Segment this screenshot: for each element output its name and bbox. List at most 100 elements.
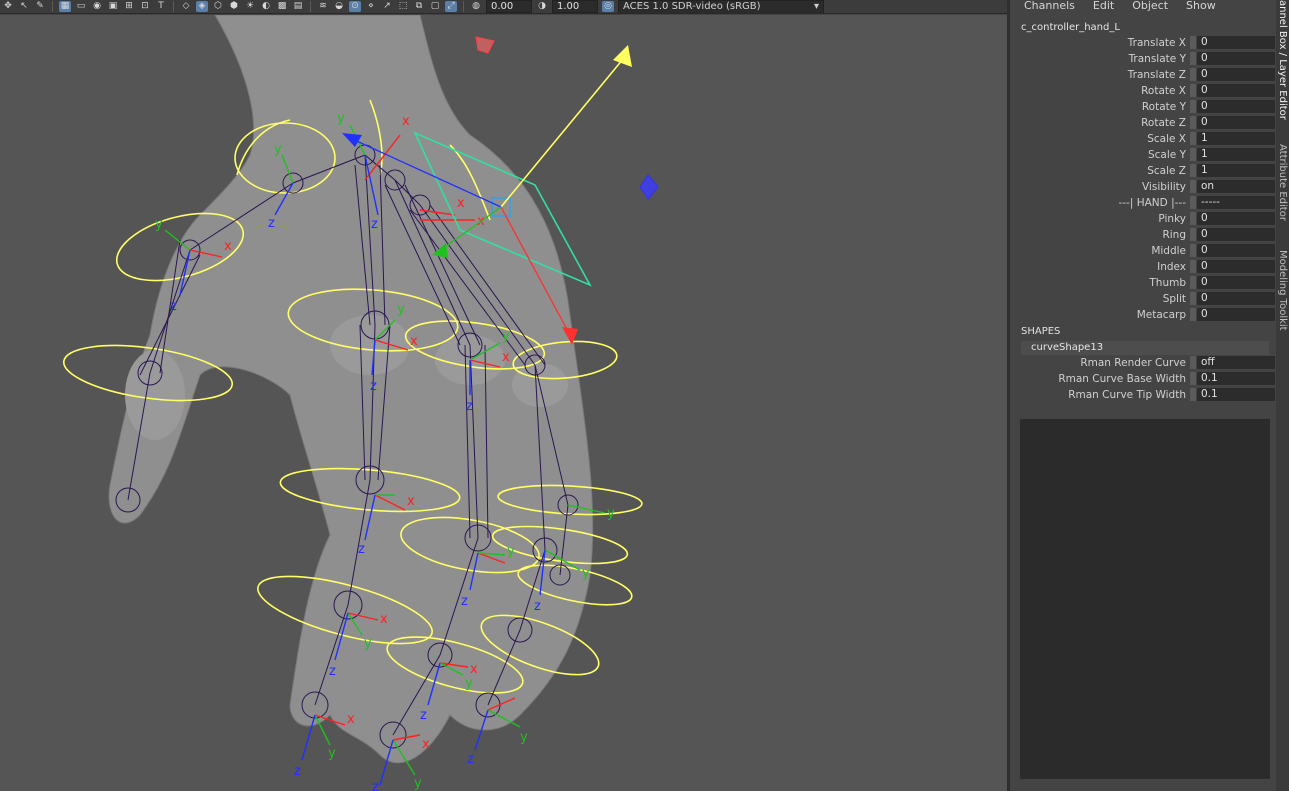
field-chart-icon[interactable]: ⊞ xyxy=(123,1,135,12)
menu-edit[interactable]: Edit xyxy=(1093,0,1114,14)
attr-value-field[interactable]: 0 xyxy=(1197,308,1275,321)
attr-value-field[interactable]: 0.1 xyxy=(1197,388,1275,401)
color-management-icon[interactable]: ◎ xyxy=(602,1,614,12)
cube-icon[interactable]: ⬡ xyxy=(212,1,224,12)
attr-label[interactable]: Thumb xyxy=(1010,277,1190,289)
attr-label[interactable]: Scale Z xyxy=(1010,165,1190,177)
attr-value-field[interactable]: 0 xyxy=(1197,276,1275,289)
attr-value-field[interactable]: 1 xyxy=(1197,132,1275,145)
layer-editor-area[interactable] xyxy=(1020,419,1270,779)
gamma-field[interactable]: 1.00 xyxy=(552,0,598,13)
menu-show[interactable]: Show xyxy=(1186,0,1216,14)
attr-translate-x[interactable]: Translate X 0 xyxy=(1010,35,1276,50)
attr-label[interactable]: ---| HAND |--- xyxy=(1010,197,1190,209)
attr-label[interactable]: Rotate Y xyxy=(1010,101,1190,113)
attr-metacarp[interactable]: Metacarp 0 xyxy=(1010,307,1276,322)
attr-value-field[interactable]: 0 xyxy=(1197,292,1275,305)
attr-value-field[interactable]: on xyxy=(1197,180,1275,193)
attr-value-field[interactable]: 0 xyxy=(1197,260,1275,273)
attr-rotate-x[interactable]: Rotate X 0 xyxy=(1010,83,1276,98)
ao-icon[interactable]: ▩ xyxy=(276,1,288,12)
xray-icon[interactable]: ⊙ xyxy=(349,1,361,12)
attr-scale-z[interactable]: Scale Z 1 xyxy=(1010,163,1276,178)
attr-label[interactable]: Rman Curve Base Width xyxy=(1010,373,1190,385)
attr-thumb[interactable]: Thumb 0 xyxy=(1010,275,1276,290)
text-icon[interactable]: T xyxy=(155,1,167,12)
scene-canvas[interactable]: x x x x x x x x x x x y y y y y y y y y xyxy=(0,15,1007,791)
attr-rman-curve-base-width[interactable]: Rman Curve Base Width 0.1 xyxy=(1010,371,1276,386)
attr-value-field[interactable]: 0 xyxy=(1197,52,1275,65)
attr-label[interactable]: Translate Y xyxy=(1010,53,1190,65)
tool-settings-icon[interactable]: ⤢ xyxy=(445,1,457,12)
xray-joints-icon[interactable]: ⋄ xyxy=(365,1,377,12)
move-icon[interactable]: ✥ xyxy=(2,1,14,12)
attr-label[interactable]: Translate Z xyxy=(1010,69,1190,81)
lights-icon[interactable]: ☀ xyxy=(244,1,256,12)
attr-label[interactable]: Scale X xyxy=(1010,133,1190,145)
menu-channels[interactable]: Channels xyxy=(1024,0,1075,14)
snap-icon[interactable]: ⬚ xyxy=(397,1,409,12)
motion-blur-icon[interactable]: ▤ xyxy=(292,1,304,12)
attr-label[interactable]: Index xyxy=(1010,261,1190,273)
attr-pinky[interactable]: Pinky 0 xyxy=(1010,211,1276,226)
attr-value-field[interactable]: 0 xyxy=(1197,116,1275,129)
attr-rotate-z[interactable]: Rotate Z 0 xyxy=(1010,115,1276,130)
camera-icon[interactable]: ◉ xyxy=(91,1,103,12)
shadows-icon[interactable]: ◐ xyxy=(260,1,272,12)
backface-icon[interactable]: ↗ xyxy=(381,1,393,12)
attr-label[interactable]: Scale Y xyxy=(1010,149,1190,161)
attr-value-field[interactable]: 0 xyxy=(1197,36,1275,49)
attr-label[interactable]: Rotate X xyxy=(1010,85,1190,97)
attr-value-field[interactable]: 0 xyxy=(1197,100,1275,113)
node-name[interactable]: c_controller_hand_L xyxy=(1021,22,1120,33)
attr-scale-y[interactable]: Scale Y 1 xyxy=(1010,147,1276,162)
attr-label[interactable]: Split xyxy=(1010,293,1190,305)
menu-object[interactable]: Object xyxy=(1132,0,1168,14)
attr-translate-z[interactable]: Translate Z 0 xyxy=(1010,67,1276,82)
shape-node-name[interactable]: curveShape13 xyxy=(1021,341,1269,355)
attr-value-field[interactable]: 0 xyxy=(1197,212,1275,225)
grid-icon[interactable]: ▦ xyxy=(59,1,71,12)
attr-middle[interactable]: Middle 0 xyxy=(1010,243,1276,258)
attr-label[interactable]: Ring xyxy=(1010,229,1190,241)
film-gate-icon[interactable]: ▭ xyxy=(75,1,87,12)
tab-attribute-editor[interactable]: Attribute Editor xyxy=(1276,135,1289,230)
attr-value-field[interactable]: 0 xyxy=(1197,84,1275,97)
attr-visibility[interactable]: Visibility on xyxy=(1010,179,1276,194)
smooth-shade-icon[interactable]: ◈ xyxy=(196,1,208,12)
attr-scale-x[interactable]: Scale X 1 xyxy=(1010,131,1276,146)
paint-icon[interactable]: ✎ xyxy=(34,1,46,12)
attr-value-field[interactable]: 0 xyxy=(1197,68,1275,81)
attr-label[interactable]: Middle xyxy=(1010,245,1190,257)
resolution-gate-icon[interactable]: ▣ xyxy=(107,1,119,12)
wireframe-icon[interactable]: ◇ xyxy=(180,1,192,12)
exposure-field[interactable]: 0.00 xyxy=(486,0,532,13)
attr-value-field[interactable]: off xyxy=(1197,356,1275,369)
attr-value-field[interactable]: 0 xyxy=(1197,244,1275,257)
attr-value-field[interactable]: 0.1 xyxy=(1197,372,1275,385)
3d-viewport[interactable]: x x x x x x x x x x x y y y y y y y y y xyxy=(0,15,1007,791)
attr-label[interactable]: Translate X xyxy=(1010,37,1190,49)
attr-ring[interactable]: Ring 0 xyxy=(1010,227,1276,242)
isolate-icon[interactable]: ◒ xyxy=(333,1,345,12)
attr-translate-y[interactable]: Translate Y 0 xyxy=(1010,51,1276,66)
attr-rman-render-curve[interactable]: Rman Render Curve off xyxy=(1010,355,1276,370)
layers-icon[interactable]: ≋ xyxy=(317,1,329,12)
attr-label[interactable]: Rman Curve Tip Width xyxy=(1010,389,1190,401)
safe-action-icon[interactable]: ⊡ xyxy=(139,1,151,12)
tab-modeling-toolkit[interactable]: Modeling Toolkit xyxy=(1276,240,1289,340)
color-space-dropdown[interactable]: ACES 1.0 SDR-video (sRGB) ▾ xyxy=(618,0,824,13)
attr-label[interactable]: Rotate Z xyxy=(1010,117,1190,129)
attr-rotate-y[interactable]: Rotate Y 0 xyxy=(1010,99,1276,114)
attr-label[interactable]: Pinky xyxy=(1010,213,1190,225)
attr-value-field[interactable]: 1 xyxy=(1197,164,1275,177)
attr-value-field[interactable]: 1 xyxy=(1197,148,1275,161)
attr-label[interactable]: Metacarp xyxy=(1010,309,1190,321)
attr-value-field[interactable]: ----- xyxy=(1197,196,1275,209)
duplicate-icon[interactable]: ⧉ xyxy=(413,1,425,12)
attr-hand-separator[interactable]: ---| HAND |--- ----- xyxy=(1010,195,1276,210)
select-icon[interactable]: ↖ xyxy=(18,1,30,12)
frame-icon[interactable]: ▢ xyxy=(429,1,441,12)
textured-icon[interactable]: ⬢ xyxy=(228,1,240,12)
attr-split[interactable]: Split 0 xyxy=(1010,291,1276,306)
